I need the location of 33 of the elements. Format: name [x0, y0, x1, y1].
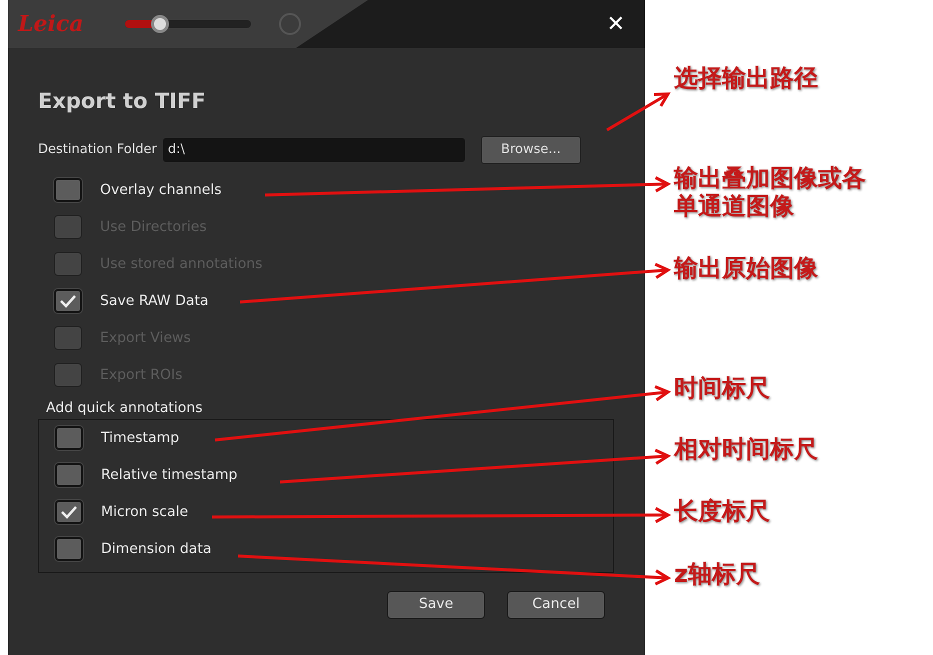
dialog-button[interactable]: Save	[387, 590, 485, 618]
group-label: Add quick annotations	[46, 398, 204, 418]
dialog-title: Export to TIFF	[38, 88, 207, 115]
annotation-label: 时间标尺	[674, 374, 771, 402]
checkbox[interactable]	[55, 537, 83, 561]
annotation-label: 相对时间标尺	[674, 435, 819, 463]
checkbox-label: Relative timestamp	[101, 466, 238, 484]
logo: Leica	[16, 10, 84, 38]
checkbox-label: Timestamp	[101, 428, 180, 448]
destination-label: Destination Folder	[38, 140, 157, 159]
checkmark-icon	[59, 294, 77, 308]
checkbox-label: Save RAW Data	[100, 292, 209, 310]
zoom-slider[interactable]	[125, 14, 251, 34]
checkbox-label: Micron scale	[101, 502, 188, 522]
annotation-arrow	[606, 92, 671, 132]
destination-field[interactable]: d:\	[162, 138, 465, 162]
checkbox[interactable]	[55, 463, 83, 487]
round-button[interactable]	[279, 13, 301, 35]
checkbox-label: Overlay channels	[100, 180, 222, 200]
checkbox[interactable]	[55, 500, 83, 524]
checkbox-label: Dimension data	[101, 540, 212, 558]
annotation-label: 长度标尺	[674, 497, 771, 525]
checkmark-icon	[60, 505, 78, 519]
close-button[interactable]: ✕	[606, 8, 625, 40]
annotation-label: 输出叠加图像或各单通道图像	[674, 164, 867, 220]
annotation-label: 选择输出路径	[674, 64, 819, 92]
checkbox[interactable]	[54, 289, 82, 313]
checkbox[interactable]	[54, 178, 82, 202]
dialog-button[interactable]: Cancel	[507, 590, 605, 618]
checkbox[interactable]	[55, 426, 83, 450]
annotation-label: z轴标尺	[674, 560, 761, 588]
annotation-label: 输出原始图像	[674, 254, 819, 282]
browse-button[interactable]: Browse...	[480, 136, 581, 164]
